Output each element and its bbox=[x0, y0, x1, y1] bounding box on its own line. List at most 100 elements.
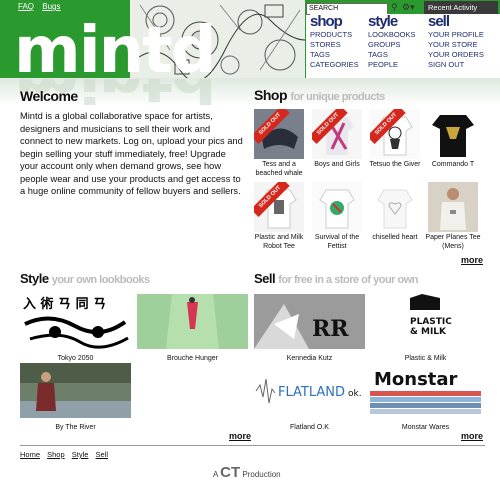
product-thumbnail[interactable]: SOLD OUT bbox=[370, 109, 420, 159]
shop-more-link[interactable]: more bbox=[461, 255, 483, 265]
product-card[interactable]: SOLD OUT Boys and Girls bbox=[309, 109, 365, 170]
sell-subtitle: for free in a store of your own bbox=[278, 274, 418, 286]
footer-style-link[interactable]: Style bbox=[72, 450, 89, 459]
product-card[interactable]: chiselled heart bbox=[367, 182, 423, 243]
product-name[interactable]: Tess and a beached whale bbox=[251, 161, 307, 178]
nav-your-orders[interactable]: YOUR ORDERS bbox=[428, 50, 494, 60]
style-more-link[interactable]: more bbox=[229, 431, 251, 441]
bugs-link[interactable]: Bugs bbox=[42, 2, 60, 11]
mintd-logo[interactable]: mintd bbox=[14, 19, 217, 78]
footer-shop-link[interactable]: Shop bbox=[47, 450, 65, 459]
welcome-title: Welcome bbox=[20, 88, 78, 104]
product-name[interactable]: Paper Planes Tee (Mens) bbox=[425, 234, 481, 251]
product-card[interactable]: SOLD OUT Tetsuo the Giver bbox=[367, 109, 423, 170]
shop-title[interactable]: Shop bbox=[254, 87, 288, 103]
faq-link[interactable]: FAQ bbox=[18, 2, 34, 11]
footer-divider bbox=[20, 445, 485, 446]
sell-more-link[interactable]: more bbox=[461, 431, 483, 441]
shop-subtitle: for unique products bbox=[290, 91, 385, 103]
nav-your-store[interactable]: YOUR STORE bbox=[428, 40, 494, 50]
lookbook-image[interactable] bbox=[137, 294, 248, 349]
footer-sell-link[interactable]: Sell bbox=[96, 450, 109, 459]
store-name[interactable]: Flatland O.K bbox=[254, 424, 365, 431]
svg-text:& MILK: & MILK bbox=[410, 327, 447, 337]
sell-title[interactable]: Sell bbox=[254, 271, 276, 286]
lookbook-card[interactable]: 入 術 ㄢ 同 ㄢ Tokyo 2050 bbox=[20, 294, 131, 362]
nav-style-tags[interactable]: TAGS bbox=[368, 50, 434, 60]
nav-stores[interactable]: STORES bbox=[310, 40, 376, 50]
nav-people[interactable]: PEOPLE bbox=[368, 60, 434, 70]
nav-your-profile[interactable]: YOUR PROFILE bbox=[428, 30, 494, 40]
product-thumbnail[interactable]: SOLD OUT bbox=[254, 109, 304, 159]
product-name[interactable]: Boys and Girls bbox=[309, 161, 365, 170]
nav-lookbooks[interactable]: LOOKBOOKS bbox=[368, 30, 434, 40]
store-card[interactable]: PLASTIC & MILK Plastic & Milk bbox=[370, 294, 481, 362]
nav-shop-title[interactable]: shop bbox=[310, 14, 376, 30]
product-name[interactable]: Commando T bbox=[425, 161, 481, 170]
sell-heading: Sell for free in a store of your own bbox=[254, 271, 418, 286]
product-card[interactable]: Commando T bbox=[425, 109, 481, 170]
nav-style: style LOOKBOOKS GROUPS TAGS PEOPLE bbox=[368, 14, 434, 78]
svg-text:ok.: ok. bbox=[348, 389, 362, 399]
store-card[interactable]: FLATLAND ok. Flatland O.K bbox=[254, 363, 365, 431]
footer-nav: Home Shop Style Sell bbox=[20, 450, 113, 459]
style-subtitle: your own lookbooks bbox=[51, 274, 150, 286]
shop-heading: Shop for unique products bbox=[254, 87, 385, 103]
recent-activity-label: Recent Activity bbox=[428, 3, 478, 12]
gear-icon[interactable]: ⚙▾ bbox=[402, 2, 415, 13]
store-name[interactable]: Monstar Wares bbox=[370, 424, 481, 431]
store-logo-image[interactable]: FLATLAND ok. bbox=[254, 363, 365, 418]
nav-products[interactable]: PRODUCTS bbox=[310, 30, 376, 40]
product-thumbnail[interactable]: SOLD OUT bbox=[254, 182, 304, 232]
welcome-text: Mintd is a global collaborative space fo… bbox=[20, 111, 243, 196]
product-thumbnail[interactable] bbox=[312, 182, 362, 232]
product-card[interactable]: Survival of the Fettist bbox=[309, 182, 365, 251]
svg-text:入 術 ㄢ 同 ㄢ: 入 術 ㄢ 同 ㄢ bbox=[23, 296, 106, 312]
product-thumbnail[interactable] bbox=[428, 109, 478, 159]
footer-home-link[interactable]: Home bbox=[20, 450, 40, 459]
store-logo-image[interactable]: Monstar bbox=[370, 363, 481, 418]
product-card[interactable]: SOLD OUT Tess and a beached whale bbox=[251, 109, 307, 178]
product-thumbnail[interactable] bbox=[428, 182, 478, 232]
store-logo-image[interactable]: PLASTIC & MILK bbox=[370, 294, 481, 349]
nav-sign-out[interactable]: SIGN OUT bbox=[428, 60, 494, 70]
nav-style-title[interactable]: style bbox=[368, 14, 434, 30]
product-name[interactable]: Survival of the Fettist bbox=[309, 234, 365, 251]
nav-categories[interactable]: CATEGORIES bbox=[310, 60, 376, 70]
style-heading: Style your own lookbooks bbox=[20, 271, 150, 286]
lookbook-name[interactable]: Brouche Hunger bbox=[137, 355, 248, 362]
nav-tags[interactable]: TAGS bbox=[310, 50, 376, 60]
lookbook-card[interactable]: By The River bbox=[20, 363, 131, 431]
nav-sell-title[interactable]: sell bbox=[428, 14, 494, 30]
ct-logo[interactable]: CT bbox=[220, 464, 240, 481]
search-icon[interactable]: ⚲ bbox=[391, 2, 398, 13]
svg-text:FLATLAND: FLATLAND bbox=[278, 385, 345, 400]
lookbook-image[interactable]: 入 術 ㄢ 同 ㄢ bbox=[20, 294, 131, 349]
store-name[interactable]: Kennedia Kutz bbox=[254, 355, 365, 362]
svg-text:RR: RR bbox=[312, 316, 349, 342]
product-name[interactable]: chiselled heart bbox=[367, 234, 423, 243]
product-thumbnail[interactable] bbox=[370, 182, 420, 232]
product-card[interactable]: SOLD OUT Plastic and Milk Robot Tee bbox=[251, 182, 307, 251]
svg-text:Monstar: Monstar bbox=[374, 369, 458, 390]
svg-text:PLASTIC: PLASTIC bbox=[410, 317, 452, 327]
nav-shop: shop PRODUCTS STORES TAGS CATEGORIES bbox=[310, 14, 376, 78]
product-name[interactable]: Plastic and Milk Robot Tee bbox=[251, 234, 307, 251]
product-card[interactable]: Paper Planes Tee (Mens) bbox=[425, 182, 481, 251]
credit-suffix: Production bbox=[242, 470, 281, 479]
lookbook-name[interactable]: By The River bbox=[20, 424, 131, 431]
lookbook-name[interactable]: Tokyo 2050 bbox=[20, 355, 131, 362]
nav-groups[interactable]: GROUPS bbox=[368, 40, 434, 50]
lookbook-card[interactable]: Brouche Hunger bbox=[137, 294, 248, 362]
style-title[interactable]: Style bbox=[20, 271, 49, 286]
production-credit: A CT Production bbox=[213, 464, 281, 481]
product-thumbnail[interactable]: SOLD OUT bbox=[312, 109, 362, 159]
store-logo-image[interactable]: RR bbox=[254, 294, 365, 349]
store-card[interactable]: RR Kennedia Kutz bbox=[254, 294, 365, 362]
store-card[interactable]: Monstar Monstar Wares bbox=[370, 363, 481, 431]
store-name[interactable]: Plastic & Milk bbox=[370, 355, 481, 362]
product-name[interactable]: Tetsuo the Giver bbox=[367, 161, 423, 170]
nav-sell: sell YOUR PROFILE YOUR STORE YOUR ORDERS… bbox=[428, 14, 494, 78]
top-links: FAQ Bugs bbox=[18, 2, 66, 11]
lookbook-image[interactable] bbox=[20, 363, 131, 418]
